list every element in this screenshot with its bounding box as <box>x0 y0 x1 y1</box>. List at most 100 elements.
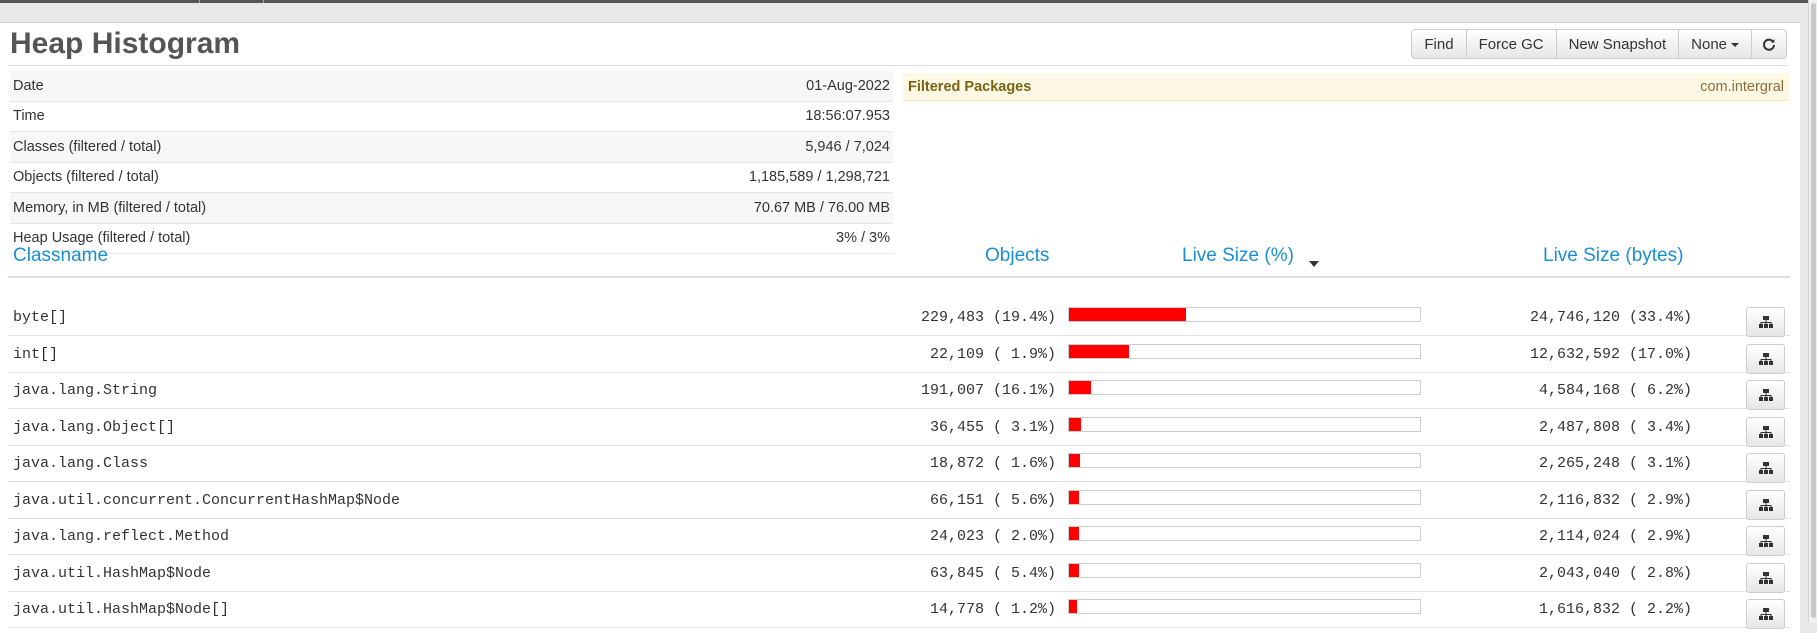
window-top-strip <box>0 0 1817 3</box>
row-tree-button[interactable] <box>1746 453 1785 483</box>
table-row[interactable]: java.lang.Object[] 36,455 ( 3.1%) 2,487,80… <box>8 410 1790 447</box>
table-row[interactable]: int[] 22,109 ( 1.9%) 12,632,592 (17.0%) <box>8 337 1790 374</box>
live-size-bar-fill <box>1069 381 1091 394</box>
row-objects: 229,483 (19.4%) <box>920 309 1056 326</box>
title-divider <box>8 65 1788 66</box>
row-tree-button[interactable] <box>1746 526 1785 556</box>
column-header-objects[interactable]: Objects <box>985 245 1049 267</box>
row-classname: java.lang.String <box>13 382 158 399</box>
table-row[interactable]: byte[] 229,483 (19.4%) 24,746,120 (33.4%) <box>8 300 1790 337</box>
live-size-bar <box>1068 380 1421 395</box>
row-classname: byte[] <box>13 309 68 326</box>
row-objects: 18,872 ( 1.6%) <box>929 455 1056 472</box>
row-live-size: 2,114,024 ( 2.9%) <box>1538 528 1692 545</box>
live-size-bar-fill <box>1069 454 1080 467</box>
info-row: Memory, in MB (filtered / total) 70.67 MB… <box>10 192 893 224</box>
row-tree-button[interactable] <box>1746 599 1785 629</box>
row-objects: 22,109 ( 1.9%) <box>929 345 1056 363</box>
row-objects: 24,023 ( 2.0%) <box>929 528 1056 545</box>
row-tree-button[interactable] <box>1746 343 1785 374</box>
info-row: Objects (filtered / total) 1,185,589 / 1,… <box>10 162 893 193</box>
row-classname: java.util.HashMap$Node[] <box>13 601 230 618</box>
scrollbar-thumb[interactable] <box>1811 3 1816 618</box>
snapshot-info-table: Date 01-Aug-2022 Time 18:56:07.953 Classes (… <box>10 71 893 254</box>
row-live-size: 2,265,248 ( 3.1%) <box>1538 455 1692 472</box>
live-size-bar <box>1068 416 1421 432</box>
chevron-down-icon <box>1731 43 1739 47</box>
live-size-bar <box>1068 599 1421 614</box>
info-value: 1,185,589 / 1,298,721 <box>517 162 893 193</box>
vertical-scrollbar[interactable] <box>1808 0 1817 623</box>
sitemap-icon <box>1758 462 1773 474</box>
row-tree-button[interactable] <box>1746 307 1785 337</box>
force-gc-button[interactable]: Force GC <box>1465 29 1557 59</box>
table-row[interactable]: java.lang.String 191,007 (16.1%) 4,584,168… <box>8 373 1790 410</box>
column-header-live-size-bytes[interactable]: Live Size (bytes) <box>1543 245 1683 267</box>
live-size-bar <box>1068 526 1421 541</box>
header-divider <box>8 276 1790 278</box>
toolbar: Find Force GC New Snapshot None <box>1411 29 1787 59</box>
info-value: 18:56:07.953 <box>517 101 893 132</box>
info-value: 01-Aug-2022 <box>517 71 893 102</box>
row-tree-button[interactable] <box>1746 489 1785 520</box>
info-label: Time <box>10 101 518 132</box>
live-size-bar-fill <box>1069 308 1187 321</box>
live-size-bar-fill <box>1069 344 1129 358</box>
row-objects: 63,845 ( 5.4%) <box>929 564 1056 582</box>
info-value: 70.67 MB / 76.00 MB <box>517 192 893 224</box>
column-header-live-size-pct[interactable]: Live Size (%) <box>1182 245 1294 267</box>
info-value: 5,946 / 7,024 <box>517 131 893 163</box>
info-row: Date 01-Aug-2022 <box>10 71 893 102</box>
table-row[interactable]: java.lang.Class 18,872 ( 1.6%) 2,265,248 (… <box>8 446 1790 483</box>
live-size-bar-fill <box>1069 600 1077 613</box>
row-live-size: 12,632,592 (17.0%) <box>1529 345 1692 363</box>
row-objects: 36,455 ( 3.1%) <box>929 418 1056 436</box>
row-objects: 191,007 (16.1%) <box>920 382 1056 399</box>
refresh-button[interactable] <box>1751 29 1787 59</box>
row-classname: int[] <box>13 345 59 363</box>
sitemap-icon <box>1758 352 1773 365</box>
info-value: 3% / 3% <box>517 223 893 254</box>
filtered-packages-box: Filtered Packages com.intergral <box>903 73 1789 101</box>
filtered-packages-value: com.intergral <box>1700 78 1784 95</box>
live-size-bar <box>1068 453 1421 468</box>
tab-divider <box>199 0 200 3</box>
row-tree-button[interactable] <box>1746 416 1785 447</box>
table-row[interactable]: java.util.HashMap$Node 63,845 ( 5.4%) 2,04… <box>8 556 1790 593</box>
row-classname: java.lang.Object[] <box>13 418 176 436</box>
table-row[interactable]: java.util.concurrent.ConcurrentHashMap$N… <box>8 483 1790 520</box>
live-size-bar-fill <box>1069 563 1079 577</box>
info-label: Memory, in MB (filtered / total) <box>10 192 518 224</box>
none-dropdown-label: None <box>1691 35 1727 53</box>
page-title: Heap Histogram <box>10 27 241 60</box>
live-size-bar <box>1068 562 1421 578</box>
sitemap-icon <box>1758 389 1773 401</box>
table-row[interactable]: java.lang.reflect.Method 24,023 ( 2.0%) 2,… <box>8 519 1790 556</box>
live-size-bar-fill <box>1069 490 1080 504</box>
row-live-size: 1,616,832 ( 2.2%) <box>1538 601 1692 618</box>
info-row: Classes (filtered / total) 5,946 / 7,024 <box>10 131 893 163</box>
info-label: Classes (filtered / total) <box>10 131 518 163</box>
live-size-bar <box>1068 343 1421 359</box>
info-row: Heap Usage (filtered / total) 3% / 3% <box>10 223 893 254</box>
filtered-packages-label: Filtered Packages <box>908 78 1032 95</box>
find-button[interactable]: Find <box>1411 29 1467 59</box>
row-tree-button[interactable] <box>1746 380 1785 410</box>
row-classname: java.lang.Class <box>13 455 149 472</box>
none-dropdown[interactable]: None <box>1678 29 1752 59</box>
sitemap-icon <box>1758 571 1773 584</box>
new-snapshot-button[interactable]: New Snapshot <box>1555 29 1680 59</box>
row-live-size: 4,584,168 ( 6.2%) <box>1538 382 1692 399</box>
row-objects: 66,151 ( 5.6%) <box>929 491 1056 509</box>
live-size-bar <box>1068 307 1421 322</box>
sitemap-icon <box>1758 535 1773 547</box>
row-classname: java.lang.reflect.Method <box>13 528 230 545</box>
column-header-classname[interactable]: Classname <box>13 245 108 267</box>
row-live-size: 2,116,832 ( 2.9%) <box>1538 491 1692 509</box>
info-label: Date <box>10 71 518 102</box>
sitemap-icon <box>1758 608 1773 620</box>
row-live-size: 2,043,040 ( 2.8%) <box>1538 564 1692 582</box>
sort-descending-icon[interactable] <box>1309 261 1319 267</box>
row-live-size: 24,746,120 (33.4%) <box>1529 309 1692 326</box>
row-tree-button[interactable] <box>1746 562 1785 593</box>
